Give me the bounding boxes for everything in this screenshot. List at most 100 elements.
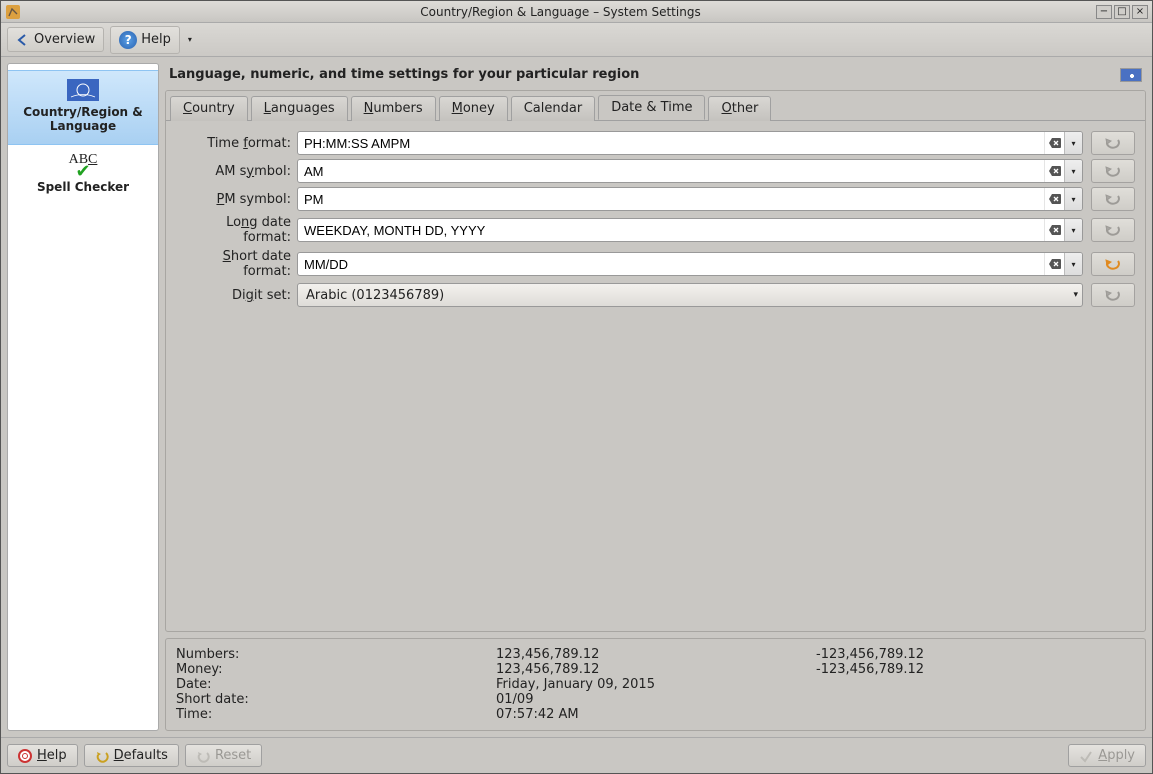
tab-numbers[interactable]: Numbers — [351, 96, 436, 121]
chevron-down-icon[interactable]: ▾ — [1064, 253, 1082, 275]
form-row-digit-set: Digit set:Arabic (0123456789)▾ — [176, 283, 1135, 307]
combo-long-date-format[interactable]: ▾ — [297, 218, 1083, 242]
preview-row: Date:Friday, January 09, 2015 — [176, 677, 1135, 692]
undo-icon — [1103, 192, 1123, 206]
content: Language, numeric, and time settings for… — [165, 63, 1146, 731]
page-title: Language, numeric, and time settings for… — [169, 67, 1120, 82]
preview-value: 123,456,789.12 — [496, 662, 816, 677]
combo-pm-symbol[interactable]: ▾ — [297, 187, 1083, 211]
clear-icon[interactable] — [1044, 219, 1064, 241]
clear-icon[interactable] — [1044, 188, 1064, 210]
help-ring-icon — [18, 749, 32, 763]
chevron-down-icon[interactable]: ▾ — [1064, 219, 1082, 241]
flag-icon — [67, 79, 99, 101]
input-long-date-format[interactable] — [298, 221, 1044, 240]
clear-icon[interactable] — [1044, 160, 1064, 182]
undo-icon — [1103, 257, 1123, 271]
input-am-symbol[interactable] — [298, 162, 1044, 181]
preview-value: 01/09 — [496, 692, 816, 707]
app-icon — [5, 4, 21, 20]
preview-value-2 — [816, 707, 1135, 722]
tab-languages[interactable]: Languages — [251, 96, 348, 121]
revert-button-pm-symbol[interactable] — [1091, 187, 1135, 211]
preview-label: Money: — [176, 662, 496, 677]
window: Country/Region & Language – System Setti… — [0, 0, 1153, 774]
overview-label: Overview — [34, 32, 95, 47]
undo-icon — [1103, 223, 1123, 237]
preview-value-2: -123,456,789.12 — [816, 662, 1135, 677]
help-dropdown-arrow-icon[interactable]: ▾ — [188, 35, 192, 44]
revert-button-long-date-format[interactable] — [1091, 218, 1135, 242]
bottombar: Help Defaults Reset Apply — [1, 737, 1152, 773]
defaults-button[interactable]: Defaults — [84, 744, 179, 767]
preview-row: Money: 123,456,789.12-123,456,789.12 — [176, 662, 1135, 677]
undo-icon — [1103, 288, 1123, 302]
overview-button[interactable]: Overview — [7, 27, 104, 52]
combo-time-format[interactable]: ▾ — [297, 131, 1083, 155]
toolbar: Overview ? Help ▾ — [1, 23, 1152, 57]
input-short-date-format[interactable] — [298, 255, 1044, 274]
help-button-label-mn: H — [37, 748, 47, 763]
revert-button-am-symbol[interactable] — [1091, 159, 1135, 183]
reset-button-label: Reset — [215, 748, 251, 763]
tab-date-time[interactable]: Date & Time — [598, 95, 705, 120]
apply-button[interactable]: Apply — [1068, 744, 1146, 767]
select-digit-set[interactable]: Arabic (0123456789)▾ — [297, 283, 1083, 307]
module-flag-icon — [1120, 68, 1142, 82]
defaults-button-label-mn: D — [114, 748, 124, 763]
revert-button-time-format[interactable] — [1091, 131, 1135, 155]
check-icon — [1079, 749, 1093, 763]
label-am-symbol: AM symbol: — [176, 164, 291, 179]
sidebar-item-spell-checker[interactable]: ABC ✔ Spell Checker — [8, 145, 158, 204]
tab-other[interactable]: Other — [708, 96, 771, 121]
preview-panel: Numbers:123,456,789.12-123,456,789.12Mon… — [165, 638, 1146, 731]
maximize-button[interactable]: □ — [1114, 5, 1130, 19]
combo-am-symbol[interactable]: ▾ — [297, 159, 1083, 183]
sidebar-item-label: Country/Region & Language — [12, 105, 154, 134]
defaults-button-label-rest: efaults — [124, 748, 168, 763]
window-title: Country/Region & Language – System Setti… — [25, 5, 1096, 19]
chevron-down-icon[interactable]: ▾ — [1064, 188, 1082, 210]
preview-row: Numbers:123,456,789.12-123,456,789.12 — [176, 647, 1135, 662]
tab-calendar[interactable]: Calendar — [511, 96, 595, 121]
input-pm-symbol[interactable] — [298, 190, 1044, 209]
select-value: Arabic (0123456789) — [306, 288, 444, 303]
chevron-down-icon[interactable]: ▾ — [1064, 160, 1082, 182]
clear-icon[interactable] — [1044, 253, 1064, 275]
preview-row: Short date:01/09 — [176, 692, 1135, 707]
label-pm-symbol: PM symbol: — [176, 192, 291, 207]
help-button[interactable]: Help — [7, 744, 78, 767]
apply-button-label-mn: A — [1098, 748, 1107, 763]
spell-icon: ABC ✔ — [12, 153, 154, 180]
titlebar[interactable]: Country/Region & Language – System Setti… — [1, 1, 1152, 23]
preview-value-2 — [816, 677, 1135, 692]
apply-button-label-rest: pply — [1107, 748, 1135, 763]
input-time-format[interactable] — [298, 134, 1044, 153]
sidebar[interactable]: Country/Region & Language ABC ✔ Spell Ch… — [7, 63, 159, 731]
tab-country[interactable]: Country — [170, 96, 248, 121]
sidebar-item-country-region-language[interactable]: Country/Region & Language — [8, 70, 158, 145]
revert-button-short-date-format[interactable] — [1091, 252, 1135, 276]
preview-label: Date: — [176, 677, 496, 692]
help-label: Help — [141, 32, 171, 47]
clear-icon[interactable] — [1044, 132, 1064, 154]
tab-money[interactable]: Money — [439, 96, 508, 121]
help-button-label-rest: elp — [47, 748, 67, 763]
main-area: Country/Region & Language ABC ✔ Spell Ch… — [1, 57, 1152, 737]
tabbar: CountryLanguagesNumbersMoneyCalendarDate… — [166, 91, 1145, 120]
preview-label: Numbers: — [176, 647, 496, 662]
help-dropdown-button[interactable]: ? Help — [110, 26, 180, 54]
revert-button-digit-set[interactable] — [1091, 283, 1135, 307]
chevron-down-icon[interactable]: ▾ — [1064, 132, 1082, 154]
combo-short-date-format[interactable]: ▾ — [297, 252, 1083, 276]
reset-button[interactable]: Reset — [185, 744, 262, 767]
minimize-button[interactable]: − — [1096, 5, 1112, 19]
form-row-time-format: Time format:▾ — [176, 131, 1135, 155]
help-icon: ? — [119, 31, 137, 49]
form-row-long-date-format: Long date format:▾ — [176, 215, 1135, 245]
undo-icon — [95, 749, 109, 763]
preview-value: 123,456,789.12 — [496, 647, 816, 662]
preview-value: 07:57:42 AM — [496, 707, 816, 722]
close-button[interactable]: × — [1132, 5, 1148, 19]
preview-value: Friday, January 09, 2015 — [496, 677, 816, 692]
